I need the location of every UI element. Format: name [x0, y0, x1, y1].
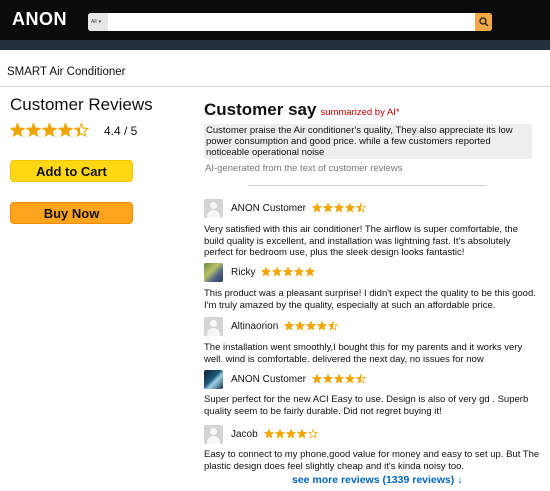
review-stars [284, 321, 339, 331]
divider [248, 185, 486, 186]
star-full-icon [296, 429, 307, 439]
search-category-dropdown[interactable]: All ▾ [88, 13, 108, 31]
customer-say-heading: Customer say summarized by AI* [204, 100, 400, 120]
review-header: ANON Customer [204, 369, 367, 389]
default-avatar-icon [204, 316, 223, 336]
star-full-icon [284, 321, 295, 331]
review-text: Super perfect for the new ACI Easy to us… [204, 394, 529, 417]
photo-avatar [204, 262, 223, 282]
star-full-icon [306, 321, 317, 331]
star-full-icon [317, 321, 328, 331]
top-nav-bar: ANON All ▾ [0, 0, 550, 40]
divider [0, 86, 550, 87]
review-stars [261, 267, 316, 277]
reviewer-name[interactable]: ANON Customer [231, 203, 306, 214]
logo[interactable]: ANON [12, 9, 67, 30]
search-icon [478, 17, 488, 27]
star-full-icon [323, 203, 334, 213]
star-full-icon [305, 267, 316, 277]
search-input[interactable] [110, 15, 470, 29]
star-half-icon [328, 321, 339, 331]
ai-summary-text: Customer praise the Air conditioner's qu… [204, 124, 532, 159]
review-stars [312, 374, 367, 384]
review-stars [312, 203, 367, 213]
star-full-icon [10, 123, 25, 138]
review-text: The installation went smoothly,I bought … [204, 342, 523, 365]
sub-nav-bar [0, 40, 550, 50]
star-full-icon [294, 267, 305, 277]
star-half-icon [74, 123, 89, 138]
star-full-icon [42, 123, 57, 138]
star-full-icon [312, 374, 323, 384]
star-full-icon [261, 267, 272, 277]
star-half-icon [356, 374, 367, 384]
rating-value: 4.4 / 5 [104, 123, 138, 138]
star-full-icon [272, 267, 283, 277]
search-button[interactable] [475, 13, 492, 31]
reviewer-name[interactable]: ANON Customer [231, 374, 306, 385]
ai-note: AI-generated from the text of customer r… [205, 163, 403, 174]
search-category-label: All [91, 19, 97, 25]
default-avatar-icon [204, 424, 223, 444]
reviewer-name[interactable]: Jacob [231, 429, 258, 440]
star-full-icon [312, 203, 323, 213]
review-header: Altinaorion [204, 316, 339, 336]
search-bar: All ▾ [88, 13, 492, 31]
overall-stars [10, 123, 90, 138]
default-avatar-icon [204, 198, 223, 218]
star-full-icon [58, 123, 73, 138]
star-full-icon [295, 321, 306, 331]
star-full-icon [345, 203, 356, 213]
review-text: Very satisfied with this air conditioner… [204, 224, 518, 258]
star-full-icon [274, 429, 285, 439]
review-header: ANON Customer [204, 198, 367, 218]
breadcrumb[interactable]: SMART Air Conditioner [7, 66, 125, 78]
star-full-icon [26, 123, 41, 138]
star-full-icon [285, 429, 296, 439]
overall-rating[interactable]: 4.4 / 5 [10, 123, 137, 138]
chevron-down-icon: ▾ [98, 19, 102, 25]
star-full-icon [323, 374, 334, 384]
review-header: Jacob [204, 424, 319, 444]
star-half-icon [356, 203, 367, 213]
ai-summary-label: summarized by AI* [320, 107, 400, 118]
photo-avatar [204, 369, 223, 389]
star-empty-icon [307, 429, 318, 439]
reviewer-name[interactable]: Altinaorion [231, 321, 278, 332]
buy-now-button[interactable]: Buy Now [10, 202, 133, 224]
star-full-icon [263, 429, 274, 439]
star-full-icon [345, 374, 356, 384]
review-stars [263, 429, 319, 439]
star-full-icon [334, 203, 345, 213]
star-full-icon [334, 374, 345, 384]
add-to-cart-button[interactable]: Add to Cart [10, 160, 133, 182]
review-header: Ricky [204, 262, 316, 282]
customer-say-title: Customer say [204, 100, 317, 119]
reviewer-name[interactable]: Ricky [231, 267, 255, 278]
see-more-reviews-link[interactable]: see more reviews (1339 reviews) ↓ [292, 474, 462, 486]
review-text: Easy to connect to my phone,good value f… [204, 449, 540, 472]
customer-reviews-title: Customer Reviews [10, 95, 153, 114]
star-full-icon [283, 267, 294, 277]
review-text: This product was a pleasant surprise! I … [204, 288, 536, 311]
